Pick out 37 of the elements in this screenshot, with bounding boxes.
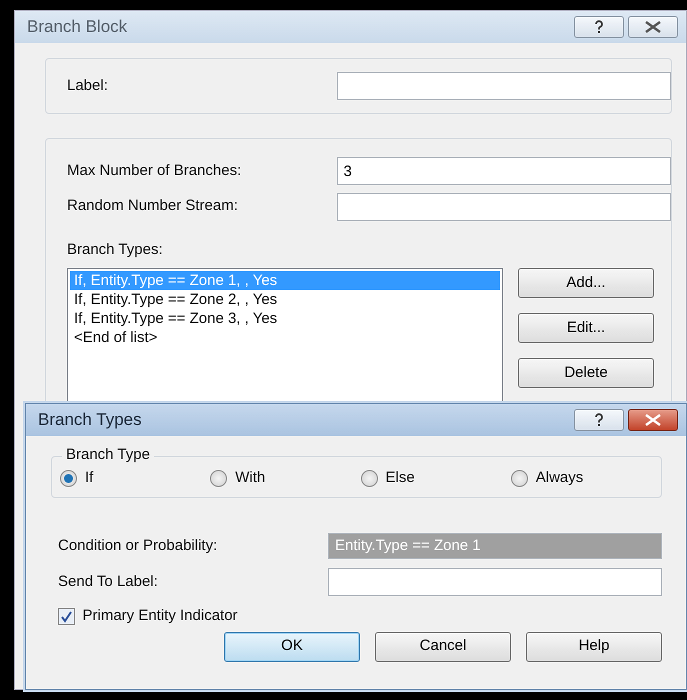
field-label: Condition or Probability: [58, 536, 218, 556]
list-item[interactable]: If, Entity.Type == Zone 3, , Yes [70, 309, 500, 328]
list-button[interactable]: Add... [518, 268, 654, 298]
send-to-field[interactable] [328, 568, 662, 596]
help-button[interactable] [574, 409, 624, 431]
input-field[interactable]: 3 [336, 157, 671, 185]
field-label: Send To Label: [58, 572, 159, 592]
dialog-button[interactable]: Cancel [375, 632, 511, 662]
radio-option[interactable]: Else [360, 467, 511, 490]
list-button[interactable]: Edit... [518, 313, 654, 343]
radio-option[interactable]: If [60, 467, 210, 490]
window-title: Branch Block [27, 16, 128, 38]
group-title: Branch Type [62, 446, 154, 464]
close-icon [644, 21, 662, 33]
dialog-button[interactable]: Help [526, 632, 662, 662]
close-button[interactable] [628, 409, 678, 431]
field-label: Max Number of Branches: [67, 160, 242, 181]
close-icon [644, 414, 662, 426]
input-field[interactable] [336, 192, 671, 220]
field-label: Branch Types: [67, 240, 164, 260]
dialog-button[interactable]: OK [224, 632, 360, 662]
close-button[interactable] [628, 16, 678, 38]
checkbox[interactable] [58, 608, 75, 625]
help-icon [594, 413, 604, 427]
radio-option[interactable]: Always [510, 467, 661, 490]
help-icon [594, 20, 604, 34]
field-label: Random Number Stream: [67, 196, 239, 216]
help-button[interactable] [574, 16, 624, 38]
list-item[interactable]: If, Entity.Type == Zone 2, , Yes [70, 290, 500, 309]
label-field[interactable] [336, 72, 671, 100]
branch-list[interactable]: If, Entity.Type == Zone 1, , Yes If, Entity.Type == Zone 2, , Yes If, Entity.Type == Zone 3, , Yes <End of list> [67, 268, 503, 402]
dialog-title: Branch Types [38, 409, 143, 432]
checkbox-label: Primary Entity Indicator [82, 606, 238, 626]
list-button[interactable]: Delete [518, 358, 654, 388]
list-item[interactable]: <End of list> [70, 328, 500, 347]
radio-option[interactable]: With [210, 467, 360, 490]
field-label: Label: [67, 76, 109, 96]
